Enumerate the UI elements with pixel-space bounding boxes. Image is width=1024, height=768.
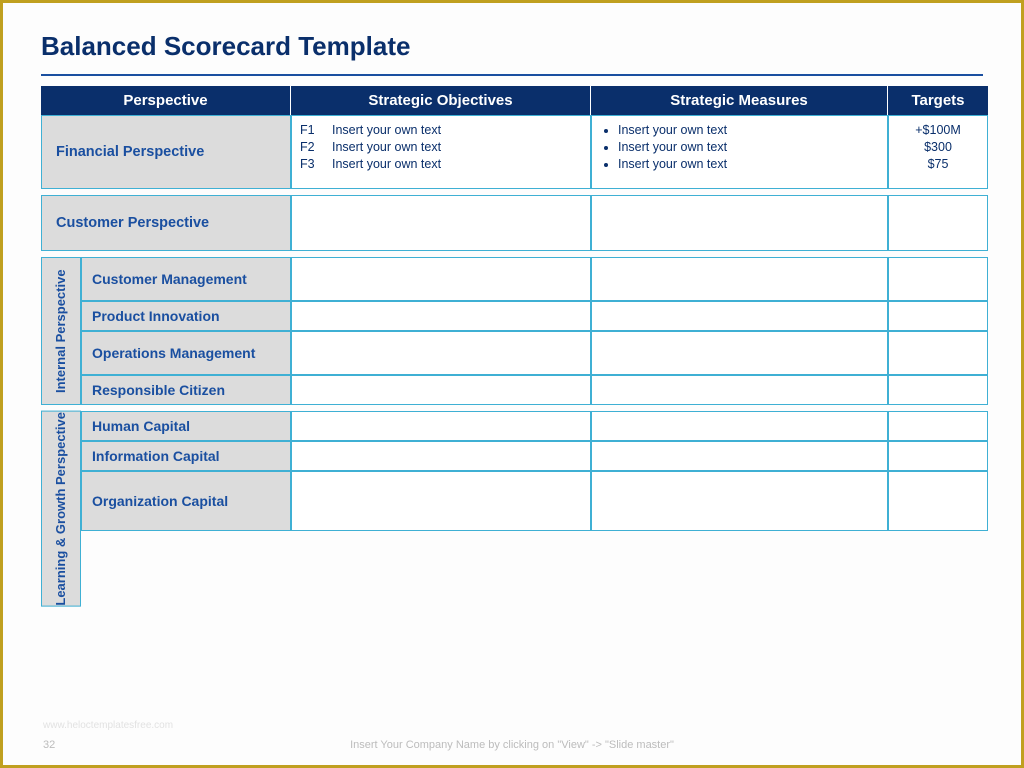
- customer-objectives: [291, 195, 591, 251]
- page-title: Balanced Scorecard Template: [41, 31, 983, 62]
- cell-targets: [888, 375, 988, 405]
- customer-perspective-label: Customer Perspective: [41, 195, 291, 251]
- obj-text: Insert your own text: [332, 156, 441, 173]
- cell-targets: [888, 257, 988, 301]
- cell-objectives: [291, 331, 591, 375]
- table-row: Responsible Citizen: [81, 375, 988, 405]
- financial-objectives: F1 Insert your own text F2 Insert your own…: [291, 115, 591, 189]
- table-header: Perspective Strategic Objectives Strateg…: [41, 86, 983, 115]
- measure-item: Insert your own text: [618, 139, 879, 156]
- cell-measures: [591, 375, 888, 405]
- watermark-text: www.heloctemplatesfree.com: [43, 720, 173, 731]
- target-value: +$100M: [897, 122, 979, 139]
- title-rule: [41, 74, 983, 76]
- cell-targets: [888, 411, 988, 441]
- target-value: $300: [897, 139, 979, 156]
- cell-targets: [888, 441, 988, 471]
- cell-measures: [591, 471, 888, 531]
- cell-measures: [591, 331, 888, 375]
- cell-measures: [591, 257, 888, 301]
- cell-objectives: [291, 441, 591, 471]
- cell-objectives: [291, 375, 591, 405]
- col-measures: Strategic Measures: [591, 86, 888, 115]
- section-learning-growth: Learning & Growth Perspective Human Capi…: [41, 411, 983, 607]
- internal-operations-management: Operations Management: [81, 331, 291, 375]
- financial-targets: +$100M $300 $75: [888, 115, 988, 189]
- financial-perspective-label: Financial Perspective: [41, 115, 291, 189]
- target-value: $75: [897, 156, 979, 173]
- table-row: Customer Management: [81, 257, 988, 301]
- obj-code: F1: [300, 122, 322, 139]
- financial-measures: Insert your own text Insert your own tex…: [591, 115, 888, 189]
- internal-responsible-citizen: Responsible Citizen: [81, 375, 291, 405]
- learning-human-capital: Human Capital: [81, 411, 291, 441]
- obj-text: Insert your own text: [332, 122, 441, 139]
- table-row: Organization Capital: [81, 471, 988, 531]
- cell-objectives: [291, 257, 591, 301]
- cell-objectives: [291, 471, 591, 531]
- learning-growth-vlabel: Learning & Growth Perspective: [41, 411, 81, 607]
- cell-targets: [888, 471, 988, 531]
- table-row: Operations Management: [81, 331, 988, 375]
- row-financial: Financial Perspective F1 Insert your own …: [41, 115, 983, 189]
- col-objectives: Strategic Objectives: [291, 86, 591, 115]
- footer-note: Insert Your Company Name by clicking on …: [3, 739, 1021, 751]
- learning-organization-capital: Organization Capital: [81, 471, 291, 531]
- section-internal: Internal Perspective Customer Management…: [41, 257, 983, 405]
- obj-code: F2: [300, 139, 322, 156]
- cell-measures: [591, 441, 888, 471]
- col-targets: Targets: [888, 86, 988, 115]
- internal-perspective-vlabel: Internal Perspective: [41, 257, 81, 405]
- cell-measures: [591, 301, 888, 331]
- internal-product-innovation: Product Innovation: [81, 301, 291, 331]
- cell-objectives: [291, 411, 591, 441]
- obj-code: F3: [300, 156, 322, 173]
- measure-item: Insert your own text: [618, 122, 879, 139]
- cell-targets: [888, 331, 988, 375]
- row-customer: Customer Perspective: [41, 195, 983, 251]
- obj-text: Insert your own text: [332, 139, 441, 156]
- table-row: Human Capital: [81, 411, 988, 441]
- learning-information-capital: Information Capital: [81, 441, 291, 471]
- table-row: Information Capital: [81, 441, 988, 471]
- cell-targets: [888, 301, 988, 331]
- internal-customer-management: Customer Management: [81, 257, 291, 301]
- cell-measures: [591, 411, 888, 441]
- customer-measures: [591, 195, 888, 251]
- customer-targets: [888, 195, 988, 251]
- table-row: Product Innovation: [81, 301, 988, 331]
- cell-objectives: [291, 301, 591, 331]
- measure-item: Insert your own text: [618, 156, 879, 173]
- col-perspective: Perspective: [41, 86, 291, 115]
